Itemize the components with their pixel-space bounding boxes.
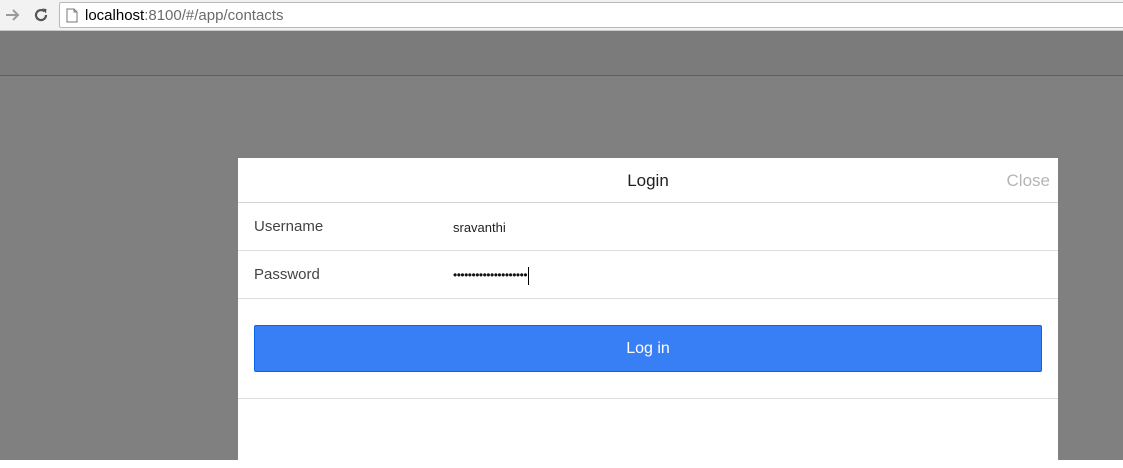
password-input[interactable]: •••••••••••••••••••• (453, 251, 530, 299)
address-bar[interactable]: localhost:8100/#/app/contacts (59, 2, 1123, 28)
modal-title: Login (627, 171, 669, 190)
password-label: Password (254, 266, 320, 283)
reload-icon (34, 8, 48, 22)
url-text: localhost:8100/#/app/contacts (85, 7, 283, 24)
url-path: :8100/#/app/contacts (144, 6, 284, 24)
modal-backdrop[interactable]: Login Close Username Password ••••••••••… (0, 31, 1123, 468)
app-header (0, 31, 1123, 76)
page-icon (66, 7, 80, 23)
arrow-right-icon (6, 9, 20, 21)
url-host: localhost (85, 6, 145, 24)
username-label: Username (254, 218, 324, 235)
login-button[interactable]: Log in (254, 325, 1042, 372)
modal-header: Login Close (238, 158, 1058, 203)
password-mask: •••••••••••••••••••• (453, 268, 528, 282)
username-input[interactable] (453, 215, 1013, 239)
text-caret (528, 266, 530, 285)
forward-button[interactable] (3, 5, 23, 25)
browser-toolbar: localhost:8100/#/app/contacts (0, 0, 1123, 31)
password-row[interactable]: Password •••••••••••••••••••• (238, 251, 1058, 299)
username-row[interactable]: Username (238, 203, 1058, 251)
modal-divider (238, 398, 1058, 399)
close-button[interactable]: Close (1007, 158, 1050, 203)
reload-button[interactable] (31, 5, 51, 25)
login-modal: Login Close Username Password ••••••••••… (238, 158, 1058, 468)
